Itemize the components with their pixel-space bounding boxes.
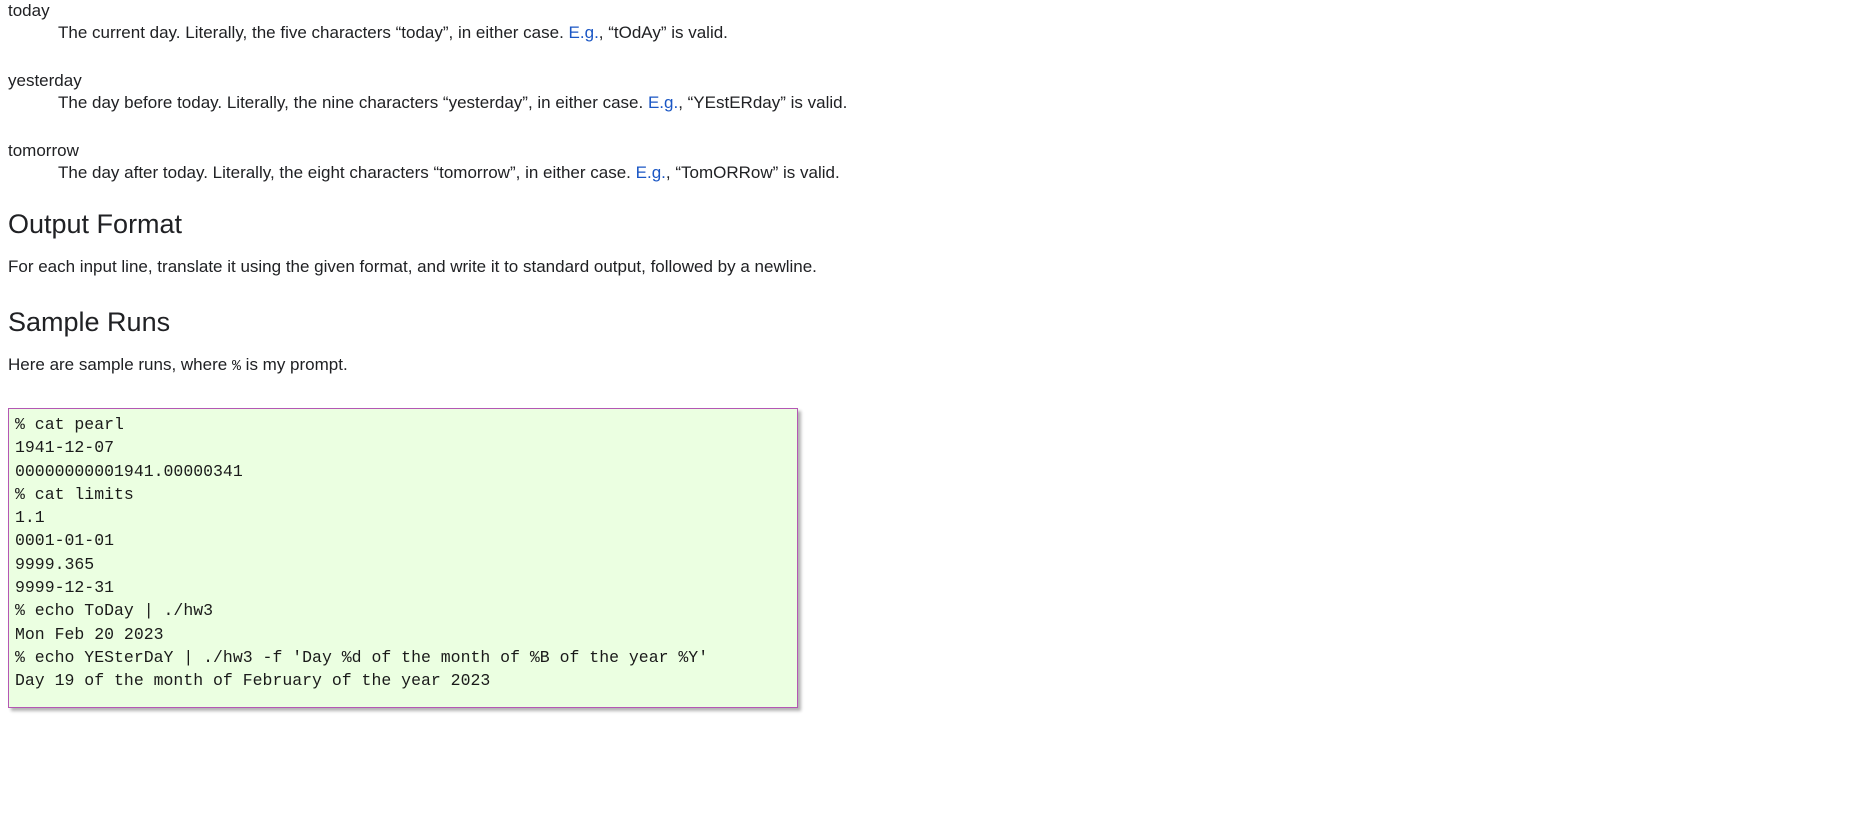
heading-spacer [8,240,1865,256]
definition-description-today: The current day. Literally, the five cha… [58,22,1865,44]
definition-term-yesterday: yesterday [8,71,82,90]
definition-text-before-link: The day after today. Literally, the eigh… [58,163,636,182]
definition-term-today: today [8,1,50,20]
heading-spacer [8,184,1865,208]
definition-text-after-link: , “YEstERday” is valid. [678,93,848,112]
heading-output-format: Output Format [8,209,183,239]
terminal-transcript-wrapper: % cat pearl 1941-12-07 00000000001941.00… [8,408,798,708]
terminal-transcript-block[interactable]: % cat pearl 1941-12-07 00000000001941.00… [8,408,798,708]
definition-text-before-link: The day before today. Literally, the nin… [58,93,648,112]
paragraph-text-after-code: is my prompt. [240,355,348,374]
definition-text-after-link: , “tOdAy” is valid. [598,23,728,42]
definition-spacer [8,44,1865,70]
keyword-definition-list: today The current day. Literally, the fi… [8,0,1865,184]
example-link-yesterday[interactable]: E.g. [648,93,678,112]
definition-description-yesterday: The day before today. Literally, the nin… [58,92,1865,114]
example-link-tomorrow[interactable]: E.g. [636,163,666,182]
paragraph-text-before-code: Here are sample runs, where [8,355,232,374]
inline-code-prompt-symbol: % [231,358,241,375]
heading-sample-runs: Sample Runs [8,307,171,337]
definition-term-tomorrow: tomorrow [8,141,79,160]
paragraph-sample-runs: Here are sample runs, where % is my prom… [8,354,1865,378]
definition-description-tomorrow: The day after today. Literally, the eigh… [58,162,1865,184]
definition-text-after-link: , “TomORRow” is valid. [665,163,840,182]
heading-spacer [8,338,1865,354]
definition-text-before-link: The current day. Literally, the five cha… [58,23,569,42]
definition-spacer [8,114,1865,140]
example-link-today[interactable]: E.g. [569,23,599,42]
document-page: today The current day. Literally, the fi… [0,0,1873,708]
paragraph-output-format: For each input line, translate it using … [8,257,817,276]
